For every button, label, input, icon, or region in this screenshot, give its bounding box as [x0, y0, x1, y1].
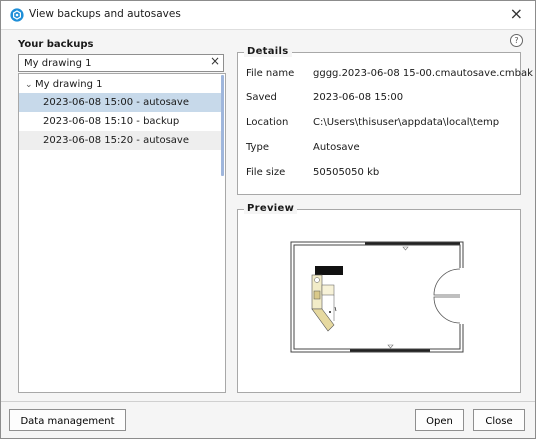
detail-value: 2023-06-08 15:00	[313, 92, 404, 103]
tree-item-label: 2023-06-08 15:10 - backup	[43, 116, 180, 127]
tree-node-label: My drawing 1	[35, 79, 103, 90]
floor-plan-preview	[290, 241, 464, 353]
detail-key: File size	[246, 167, 286, 178]
data-management-button[interactable]: Data management	[9, 409, 126, 431]
footer-divider	[1, 401, 535, 402]
detail-value: Autosave	[313, 142, 360, 153]
backups-heading: Your backups	[18, 39, 94, 50]
detail-key: Saved	[246, 92, 277, 103]
black-appliance	[315, 266, 343, 275]
tree-item-backup[interactable]: 2023-06-08 15:00 - autosave	[19, 93, 221, 112]
clear-search-icon[interactable]: ×	[210, 54, 220, 68]
counter-side-block	[321, 284, 335, 296]
details-group: Details File name gggg.2023-06-08 15-00.…	[237, 46, 533, 195]
counter-cabinet	[313, 290, 321, 300]
preview-heading: Preview	[244, 203, 298, 214]
tree-item-backup[interactable]: 2023-06-08 15:20 - autosave	[19, 131, 221, 150]
counter-handle	[334, 306, 337, 312]
tree-item-label: 2023-06-08 15:20 - autosave	[43, 135, 189, 146]
chevron-down-icon[interactable]: ⌄	[25, 77, 35, 93]
preview-group: Preview	[237, 203, 521, 393]
top-arrow-marker	[402, 246, 409, 251]
close-button[interactable]: Close	[473, 409, 525, 431]
door-swing-lower	[433, 296, 461, 324]
bottom-arrow-marker	[387, 344, 394, 349]
detail-value: C:\Users\thisuser\appdata\local\temp	[313, 117, 500, 128]
backup-tree[interactable]: ⌄ My drawing 1 2023-06-08 15:00 - autosav…	[18, 73, 226, 393]
counter-round-fixture	[314, 277, 320, 283]
detail-key: File name	[246, 68, 295, 79]
detail-key: Type	[246, 142, 269, 153]
dialog-window: View backups and autosaves × ? Your back…	[0, 0, 536, 439]
details-heading: Details	[244, 46, 292, 57]
tree-scrollbar[interactable]	[221, 75, 224, 176]
detail-value: 50505050 kb	[313, 167, 380, 178]
tree-item-label: 2023-06-08 15:00 - autosave	[43, 97, 189, 108]
door-swing-upper	[433, 268, 461, 296]
help-icon[interactable]: ?	[510, 34, 523, 47]
backup-search-input[interactable]	[19, 55, 204, 71]
window-title: View backups and autosaves	[29, 8, 181, 20]
backup-search-field[interactable]: ×	[18, 54, 224, 72]
door-opening	[458, 268, 464, 324]
app-logo-icon	[10, 8, 24, 22]
tree-node-drawing[interactable]: ⌄ My drawing 1	[25, 77, 103, 93]
window-close-icon[interactable]: ×	[510, 4, 523, 24]
detail-value: gggg.2023-06-08 15-00.cmautosave.cmbak	[313, 68, 533, 79]
title-bar: View backups and autosaves ×	[1, 1, 535, 30]
counter-small-marker	[329, 311, 331, 313]
open-button[interactable]: Open	[415, 409, 464, 431]
detail-key: Location	[246, 117, 289, 128]
tree-item-backup[interactable]: 2023-06-08 15:10 - backup	[19, 112, 221, 131]
